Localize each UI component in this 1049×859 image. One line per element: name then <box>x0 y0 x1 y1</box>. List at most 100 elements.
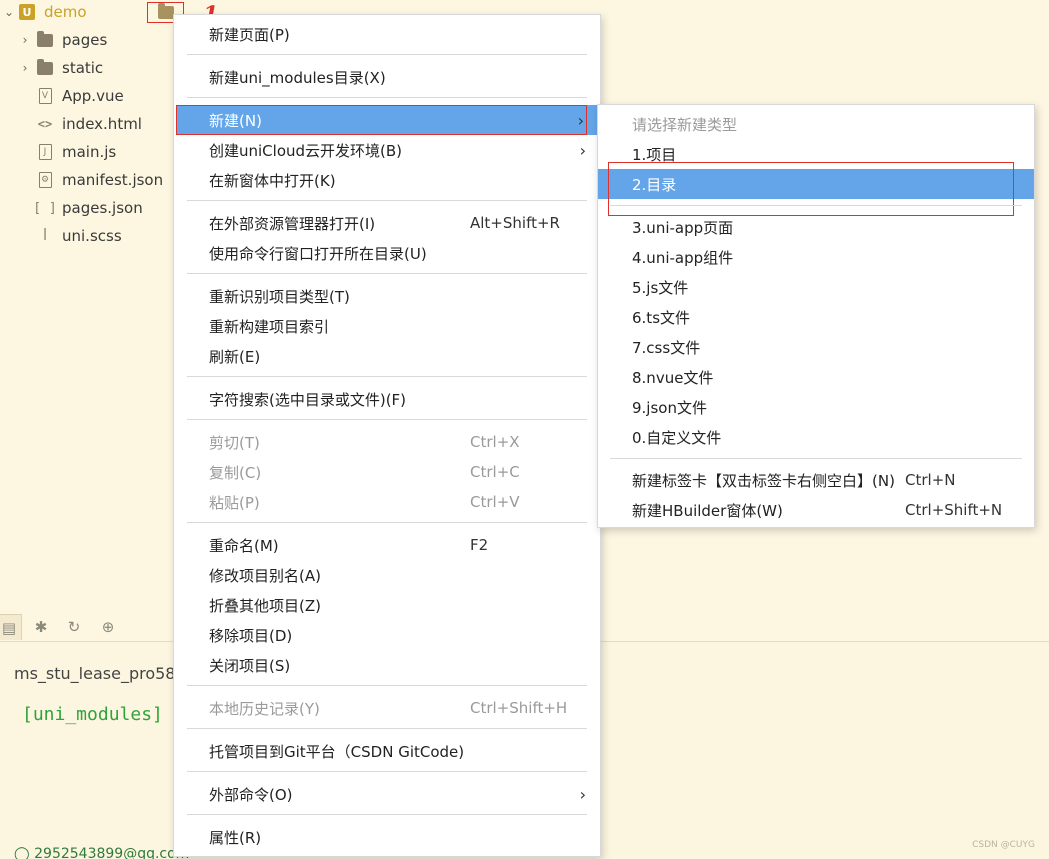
tree-item-pages[interactable]: › pages <box>18 26 107 54</box>
debug-icon[interactable]: ✱ <box>28 614 54 640</box>
watermark: CSDN @CUYG <box>972 840 1035 850</box>
menu-item-cut: 剪切(T) Ctrl+X <box>209 433 520 452</box>
menu-item-open-cmd[interactable]: 使用命令行窗口打开所在目录(U) <box>174 238 600 268</box>
shortcut-label: Ctrl+C <box>470 463 520 481</box>
chevron-right-icon[interactable]: › <box>18 61 32 75</box>
menu-separator <box>187 97 587 98</box>
menu-separator <box>187 273 587 274</box>
menu-item-new-page[interactable]: 新建页面(P) <box>174 19 600 49</box>
folder-icon <box>36 30 54 48</box>
status-bar-account[interactable]: ◯ 2952543899@qq.com <box>14 846 189 859</box>
shortcut-label: F2 <box>470 536 489 554</box>
scss-file-icon: ꟾ <box>43 228 47 244</box>
menu-item-rebuild-index[interactable]: 重新构建项目索引 <box>174 311 600 341</box>
tree-item-label: App.vue <box>62 87 124 105</box>
tree-item-pages-json[interactable]: [ ] pages.json <box>33 194 143 222</box>
folder-icon <box>36 58 54 76</box>
chevron-right-icon[interactable]: › <box>18 33 32 47</box>
menu-separator <box>187 419 587 420</box>
tree-item-uni-scss[interactable]: ꟾ uni.scss <box>36 222 122 250</box>
submenu-item-new-window[interactable]: 新建HBuilder窗体(W) Ctrl+Shift+N <box>598 495 1034 525</box>
console-project-line: ms_stu_lease_pro58 <box>14 664 176 683</box>
tree-item-index-html[interactable]: <> index.html <box>36 110 142 138</box>
vue-file-icon: V <box>36 88 54 104</box>
tree-item-label: pages.json <box>62 199 143 217</box>
submenu-item-nvue-file[interactable]: 8.nvue文件 <box>598 362 1034 392</box>
submenu-item-custom-file[interactable]: 0.自定义文件 <box>598 422 1034 452</box>
shortcut-label: Ctrl+X <box>470 433 520 451</box>
json-file-icon: [ ] <box>33 200 57 216</box>
shortcut-label: Ctrl+Shift+N <box>905 501 1003 519</box>
menu-item-open-new-window[interactable]: 在新窗体中打开(K) <box>174 165 600 195</box>
project-explorer: ⌄ U demo › pages › static V App.vue <> i… <box>0 0 190 600</box>
submenu-item-uniapp-page[interactable]: 3.uni-app页面 <box>598 212 1034 242</box>
menu-separator <box>610 205 1022 206</box>
menu-separator <box>187 771 587 772</box>
menu-item-paste: 粘贴(P) Ctrl+V <box>209 493 520 512</box>
menu-item-fold-others[interactable]: 折叠其他项目(Z) <box>174 590 600 620</box>
menu-separator <box>187 376 587 377</box>
console-output-line: [uni_modules] <box>22 704 163 725</box>
folder-icon <box>157 3 174 19</box>
html-file-icon: <> <box>37 117 53 131</box>
menu-separator <box>187 814 587 815</box>
submenu-item-new-tab[interactable]: 新建标签卡【双击标签卡右侧空白】(N) Ctrl+N <box>598 465 1034 495</box>
menu-item-close-project[interactable]: 关闭项目(S) <box>174 650 600 680</box>
project-icon: U <box>18 4 36 20</box>
shortcut-label: Ctrl+Shift+H <box>470 699 568 717</box>
account-label: 2952543899@qq.com <box>34 846 190 859</box>
submenu-item-json-file[interactable]: 9.json文件 <box>598 392 1034 422</box>
tree-item-manifest-json[interactable]: ⚙ manifest.json <box>36 166 163 194</box>
menu-item-char-search[interactable]: 字符搜索(选中目录或文件)(F) <box>174 384 600 414</box>
highlight-box-step-2 <box>176 105 587 135</box>
console-icon[interactable]: ▤ <box>0 614 22 640</box>
menu-item-new-uni-modules[interactable]: 新建uni_modules目录(X) <box>174 62 600 92</box>
tree-item-label: static <box>62 59 104 77</box>
refresh-icon[interactable]: ↻ <box>61 614 87 640</box>
menu-item-remove-project[interactable]: 移除项目(D) <box>174 620 600 650</box>
menu-item-rename[interactable]: 重命名(M) F2 <box>174 530 600 560</box>
menu-separator <box>187 522 587 523</box>
tree-item-label: manifest.json <box>62 171 164 189</box>
js-file-icon: J <box>36 144 54 160</box>
user-icon: ◯ <box>14 846 35 859</box>
tree-item-label: main.js <box>62 143 117 161</box>
menu-item-reidentify-type[interactable]: 重新识别项目类型(T) <box>174 281 600 311</box>
menu-item-properties[interactable]: 属性(R) <box>174 822 600 852</box>
tree-item-label: pages <box>62 31 108 49</box>
menu-item-host-git[interactable]: 托管项目到Git平台（CSDN GitCode) <box>174 736 600 766</box>
new-submenu: 请选择新建类型 1.项目 2.目录 3.uni-app页面 4.uni-app组… <box>597 104 1035 528</box>
menu-item-open-external-explorer[interactable]: 在外部资源管理器打开(I) Alt+Shift+R <box>174 208 600 238</box>
chevron-right-icon: › <box>579 784 586 804</box>
menu-separator <box>187 200 587 201</box>
chevron-down-icon[interactable]: ⌄ <box>2 5 16 19</box>
web-icon[interactable]: ⊕ <box>95 614 121 640</box>
menu-item-modify-alias[interactable]: 修改项目别名(A) <box>174 560 600 590</box>
chevron-right-icon: › <box>579 140 586 160</box>
shortcut-label: Alt+Shift+R <box>470 214 560 232</box>
tree-item-static[interactable]: › static <box>18 54 103 82</box>
submenu-item-uniapp-component[interactable]: 4.uni-app组件 <box>598 242 1034 272</box>
menu-item-refresh[interactable]: 刷新(E) <box>174 341 600 371</box>
tree-item-main-js[interactable]: J main.js <box>36 138 116 166</box>
menu-separator <box>187 728 587 729</box>
menu-separator <box>187 685 587 686</box>
highlight-box-step-3 <box>608 162 1014 216</box>
menu-separator <box>610 458 1022 459</box>
menu-item-local-history: 本地历史记录(Y) Ctrl+Shift+H <box>209 699 568 718</box>
menu-separator <box>187 54 587 55</box>
tree-item-label: uni.scss <box>62 227 122 245</box>
submenu-item-ts-file[interactable]: 6.ts文件 <box>598 302 1034 332</box>
shortcut-label: Ctrl+N <box>905 471 956 489</box>
project-root-demo[interactable]: ⌄ U demo <box>2 0 87 26</box>
menu-item-external-commands[interactable]: 外部命令(O) › <box>174 779 600 809</box>
submenu-item-css-file[interactable]: 7.css文件 <box>598 332 1034 362</box>
tree-item-app-vue[interactable]: V App.vue <box>36 82 124 110</box>
submenu-header: 请选择新建类型 <box>632 115 738 134</box>
shortcut-label: Ctrl+V <box>470 493 520 511</box>
context-menu: 新建页面(P) 新建uni_modules目录(X) 新建(N) › 创建uniC… <box>173 14 601 857</box>
menu-item-copy: 复制(C) Ctrl+C <box>209 463 520 482</box>
menu-item-create-unicloud[interactable]: 创建uniCloud云开发环境(B) › <box>174 135 600 165</box>
submenu-item-js-file[interactable]: 5.js文件 <box>598 272 1034 302</box>
project-label: demo <box>44 3 87 21</box>
